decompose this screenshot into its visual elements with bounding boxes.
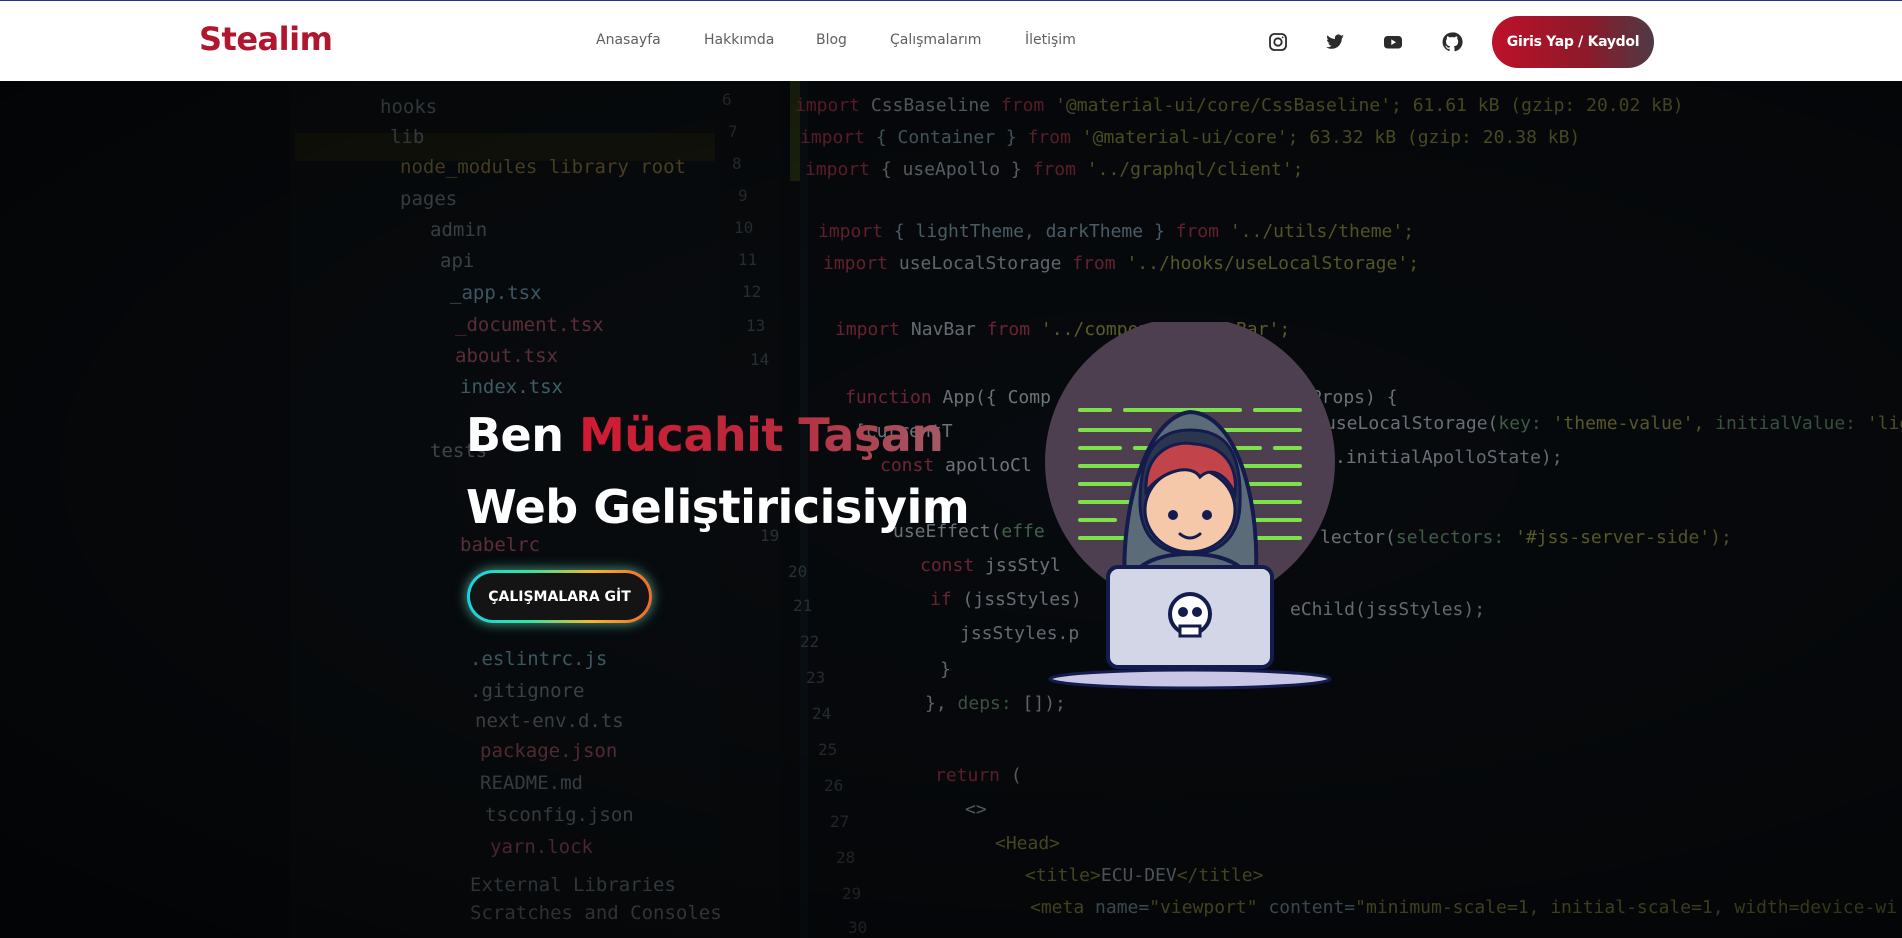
nav-item-blog[interactable]: Blog — [816, 32, 847, 48]
nav-item-works[interactable]: Çalışmalarım — [890, 32, 981, 48]
hero-section: hooks lib node_modules library root page… — [0, 81, 1902, 938]
nav-item-about[interactable]: Hakkımda — [704, 32, 774, 48]
twitter-icon[interactable] — [1323, 30, 1347, 54]
login-register-button[interactable]: Giris Yap / Kaydol — [1492, 16, 1654, 68]
hacker-laptop-illustration — [1045, 322, 1335, 690]
instagram-icon[interactable] — [1266, 30, 1290, 54]
go-to-works-button[interactable]: ÇALIŞMALARA GİT — [467, 570, 652, 623]
nav-item-home[interactable]: Anasayfa — [596, 32, 661, 48]
youtube-icon[interactable] — [1381, 30, 1405, 54]
top-navbar: Stealim Anasayfa Hakkımda Blog Çalışmala… — [0, 0, 1902, 81]
brand-logo[interactable]: Stealim — [199, 20, 333, 58]
hero-headline: Ben Mücahit Taşan Web Geliştiricisiyim — [466, 399, 970, 543]
github-icon[interactable] — [1440, 30, 1464, 54]
hero-greeting: Ben — [466, 408, 564, 462]
hero-subtitle: Web Geliştiricisiyim — [466, 480, 970, 534]
hero-name: Mücahit Taşan — [579, 408, 944, 462]
nav-item-contact[interactable]: İletişim — [1025, 32, 1076, 48]
